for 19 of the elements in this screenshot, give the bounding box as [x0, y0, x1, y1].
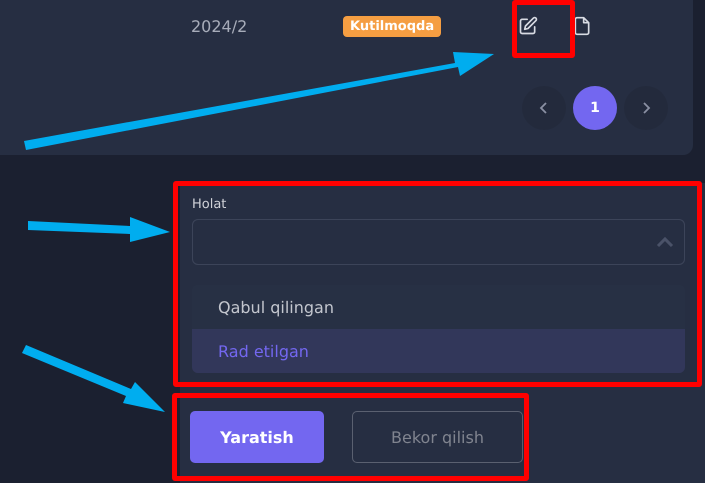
document-icon	[572, 15, 592, 37]
next-page-button[interactable]	[624, 86, 668, 130]
highlight-box	[512, 0, 575, 58]
chevron-up-icon	[656, 236, 674, 248]
previous-page-button[interactable]	[522, 86, 566, 130]
edit-icon	[518, 16, 538, 36]
cancel-button[interactable]: Bekor qilish	[352, 411, 523, 463]
edit-button[interactable]	[518, 16, 538, 36]
status-badge: Kutilmoqda	[343, 16, 442, 36]
dropdown-option[interactable]: Qabul qilingan	[192, 285, 685, 329]
chevron-right-icon	[641, 101, 651, 115]
document-button[interactable]	[572, 15, 592, 37]
period-text: 2024/2	[191, 16, 248, 36]
chevron-left-icon	[539, 101, 549, 115]
create-button[interactable]: Yaratish	[190, 411, 324, 463]
status-select[interactable]	[192, 219, 685, 265]
field-label: Holat	[192, 197, 228, 212]
page-button[interactable]: 1	[573, 86, 617, 130]
dropdown-option[interactable]: Rad etilgan	[192, 329, 685, 373]
